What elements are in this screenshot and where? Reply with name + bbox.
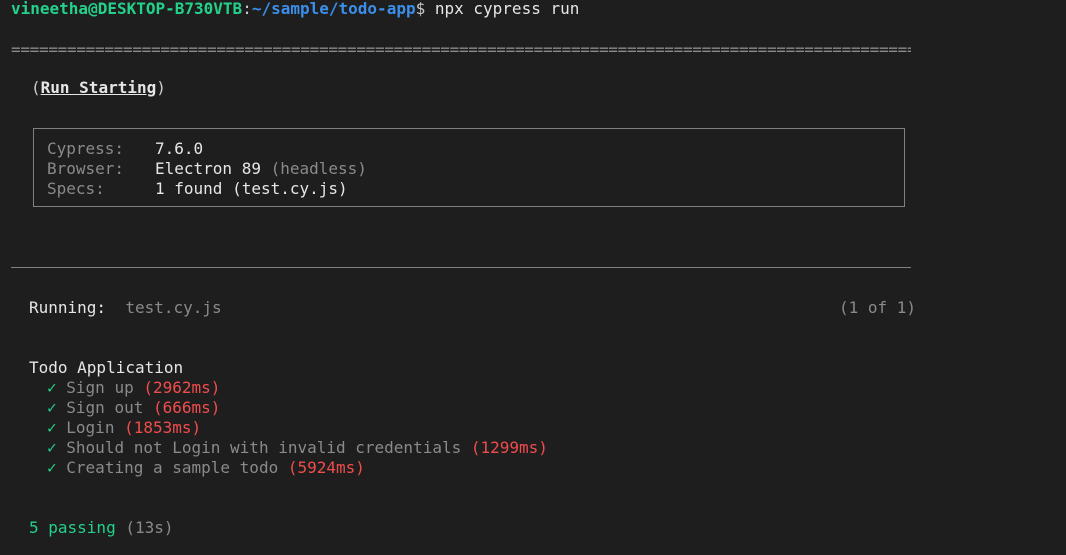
test-duration: (2962ms)	[143, 378, 221, 397]
passing-count: 5 passing	[29, 518, 116, 537]
checkmark-icon: ✓	[47, 378, 57, 397]
prompt-dollar: $	[415, 0, 426, 18]
double-separator: ========================================…	[11, 40, 911, 59]
running-spec: test.cy.js	[125, 298, 222, 317]
section-divider	[11, 267, 911, 268]
prompt-user-host: vineetha@DESKTOP-B730VTB	[11, 0, 243, 18]
browser-value-line: Electron 89 (headless)	[155, 159, 367, 179]
prompt-path: ~/sample/todo-app	[251, 0, 416, 18]
specs-value: 1 found (test.cy.js)	[155, 179, 348, 198]
summary-line: 5 passing (13s)	[29, 518, 174, 538]
test-name: Login	[66, 418, 115, 437]
run-info-box: Cypress: 7.6.0 Browser: Electron 89 (hea…	[33, 128, 905, 207]
test-duration: (5924ms)	[287, 458, 365, 477]
prompt-colon: :	[242, 0, 252, 18]
total-duration: (13s)	[125, 518, 174, 537]
browser-mode: (headless)	[270, 159, 367, 178]
suite-title: Todo Application	[29, 358, 184, 377]
specs-label: Specs:	[47, 179, 105, 198]
test-row: ✓ Login (1853ms)	[47, 418, 201, 438]
running-label: Running:	[29, 298, 107, 317]
browser-value: Electron 89	[155, 159, 261, 178]
test-row: ✓ Sign up (2962ms)	[47, 378, 220, 398]
test-row: ✓ Sign out (666ms)	[47, 398, 220, 418]
test-name: Should not Login with invalid credential…	[66, 438, 462, 457]
cypress-version: 7.6.0	[155, 139, 204, 158]
run-starting-title: Run Starting	[40, 78, 157, 97]
test-duration: (666ms)	[152, 398, 221, 417]
checkmark-icon: ✓	[47, 438, 57, 457]
test-name: Sign up	[66, 378, 134, 397]
run-starting-open-paren: (	[31, 78, 41, 97]
test-duration: (1853ms)	[124, 418, 202, 437]
running-count: (1 of 1)	[839, 298, 917, 317]
test-name: Creating a sample todo	[66, 458, 279, 477]
prompt-command: npx cypress run	[425, 0, 580, 18]
test-row: ✓ Should not Login with invalid credenti…	[47, 438, 548, 458]
running-line: Running: test.cy.js	[29, 298, 222, 318]
terminal-window[interactable]: vineetha@DESKTOP-B730VTB:~/sample/todo-a…	[0, 0, 1066, 555]
test-row: ✓ Creating a sample todo (5924ms)	[47, 458, 365, 478]
run-starting-heading: (Run Starting)	[31, 78, 166, 98]
run-starting-close-paren: )	[156, 78, 166, 97]
checkmark-icon: ✓	[47, 458, 57, 477]
command-prompt-line: vineetha@DESKTOP-B730VTB:~/sample/todo-a…	[11, 0, 579, 19]
checkmark-icon: ✓	[47, 418, 57, 437]
test-duration: (1299ms)	[470, 438, 548, 457]
browser-label: Browser:	[47, 159, 125, 178]
checkmark-icon: ✓	[47, 398, 57, 417]
cypress-label: Cypress:	[47, 139, 125, 158]
test-name: Sign out	[66, 398, 144, 417]
